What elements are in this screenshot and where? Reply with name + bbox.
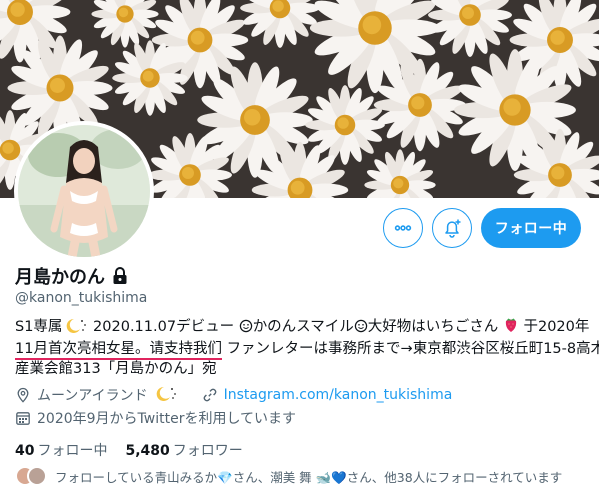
more-button[interactable]: [383, 208, 423, 248]
strawberry-icon: [503, 316, 519, 339]
profile-meta-row: ムーンアイランド Instagram.com/kanon_tukishima: [15, 385, 452, 405]
bell-plus-icon: [445, 219, 461, 238]
smile-icon: [239, 319, 253, 339]
profile-bio: S1専属 2020.11.07デビュー かのんスマイル 大好物はいちごさん 于20…: [15, 316, 599, 379]
following-link[interactable]: 40 フォロー中: [15, 440, 107, 460]
display-name: 月島かのん: [15, 267, 105, 288]
joined-date-text: 2020年9月からTwitterを利用しています: [37, 411, 297, 427]
profile-name-row: 月島かのん: [15, 263, 128, 289]
bio-text: 于2020年: [523, 319, 590, 335]
bio-text: 大好物はいちごさん: [367, 319, 499, 335]
bio-text: かのんスマイル: [252, 319, 354, 335]
more-icon: [394, 225, 412, 231]
user-handle: @kanon_tukishima: [15, 290, 148, 306]
bio-text: 2020.11.07デビュー: [93, 319, 235, 335]
crescent-moon-sparkles-icon: [154, 385, 178, 405]
bio-line-3: 産業会館313「月島かのん」宛: [15, 361, 217, 377]
avatar[interactable]: [14, 121, 154, 261]
follow-button[interactable]: フォロー中: [481, 208, 581, 248]
location-text: ムーンアイランド: [37, 388, 148, 404]
bio-text: S1専属: [15, 319, 63, 335]
notifications-button[interactable]: [432, 208, 472, 248]
avatar: [27, 466, 47, 486]
followed-by-row[interactable]: フォローしている青山みるか💎さん、潮美 舞 🐋💙さん、他38人にフォローされてい…: [15, 466, 562, 486]
smile-icon: [354, 319, 368, 339]
follow-counts: 40 フォロー中 5,480 フォロワー: [15, 440, 243, 460]
location-pin-icon: [17, 387, 29, 403]
bio-line-1: S1専属 2020.11.07デビュー かのんスマイル 大好物はいちごさん 于20…: [15, 316, 589, 339]
bio-text: ファンレターは事務所まで→東京都渋谷区桜丘町15-8高木: [226, 341, 599, 357]
calendar-icon: [16, 412, 30, 425]
profile-joined-row: 2020年9月からTwitterを利用しています: [15, 408, 296, 428]
lock-icon: [113, 267, 127, 284]
crescent-moon-sparkles-icon: [62, 317, 88, 339]
followers-link[interactable]: 5,480 フォロワー: [125, 440, 242, 460]
followed-by-avatars: [15, 466, 47, 486]
link-icon: [203, 388, 216, 402]
profile-photo: [18, 125, 150, 257]
followed-by-text: フォローしている青山みるか💎さん、潮美 舞 🐋💙さん、他38人にフォローされてい…: [55, 469, 563, 485]
bio-line-2: 11月首次亮相女星。请支持我们 ファンレターは事務所まで→東京都渋谷区桜丘町15…: [15, 339, 599, 360]
website-link[interactable]: Instagram.com/kanon_tukishima: [224, 387, 453, 403]
bio-underlined-text: 11月首次亮相女星。请支持我们: [15, 341, 222, 360]
